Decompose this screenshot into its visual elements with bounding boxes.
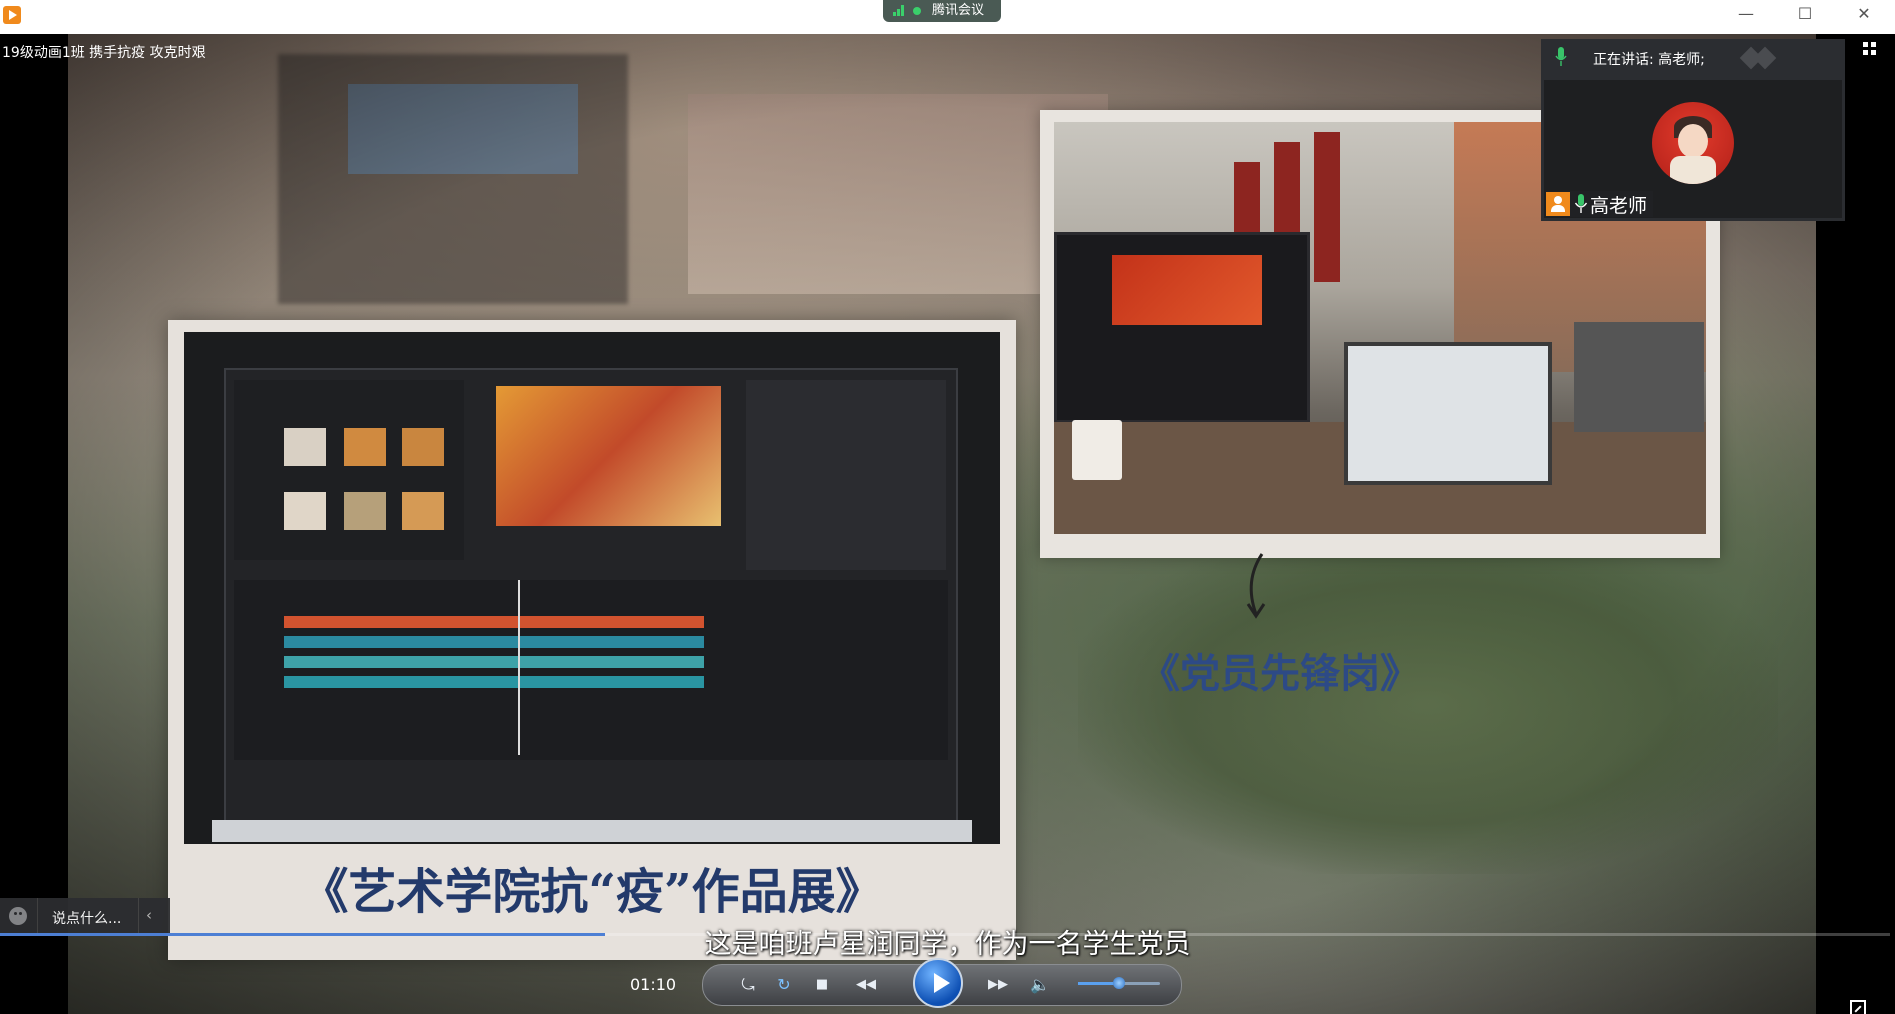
speaker-indicator-icon xyxy=(1739,46,1781,70)
laptop xyxy=(1344,342,1552,485)
minimize-button[interactable]: — xyxy=(1717,0,1775,28)
volume-icon[interactable]: 🔈 xyxy=(1029,975,1051,995)
active-speaker-bar: 正在讲话: 高老师; xyxy=(1541,39,1845,77)
app-icon xyxy=(3,6,21,24)
participant-video-tile[interactable]: 高老师 xyxy=(1541,77,1845,221)
signal-icon xyxy=(893,5,907,16)
user-icon xyxy=(1546,192,1570,216)
caption-party-post: 《党员先锋岗》 xyxy=(1140,650,1420,697)
volume-slider[interactable] xyxy=(1078,977,1160,989)
paper-cup xyxy=(1072,420,1122,480)
curved-arrow-icon xyxy=(1246,553,1266,619)
mic-icon xyxy=(1555,47,1567,66)
stop-button[interactable]: ■ xyxy=(811,975,833,995)
preview-window xyxy=(496,386,721,526)
layout-icon[interactable] xyxy=(1863,42,1877,56)
time-display: 01:10 xyxy=(630,975,677,994)
monitor-screen xyxy=(1112,255,1262,325)
fast-forward-button[interactable]: ▶▶ xyxy=(983,975,1013,995)
subtitle: 这是咱班卢星润同学，作为一名学生党员 xyxy=(704,929,1191,960)
volume-knob[interactable] xyxy=(1113,977,1125,989)
avatar xyxy=(1652,102,1734,184)
participant-name-tag: 高老师 xyxy=(1546,191,1654,217)
photo-card-editing: 《艺术学院抗“疫”作品展》 xyxy=(168,320,1016,960)
title-bar: 腾讯会议 — ☐ ✕ xyxy=(0,0,1895,34)
loop-icon[interactable]: ⤿ xyxy=(737,975,759,995)
timeline xyxy=(234,580,948,760)
desk-monitor xyxy=(1054,232,1310,423)
speaking-label: 正在讲话: 高老师; xyxy=(1593,52,1705,68)
maximize-button[interactable]: ☐ xyxy=(1776,0,1834,28)
popout-icon[interactable] xyxy=(1850,1000,1866,1014)
participant-name: 高老师 xyxy=(1590,194,1648,217)
progress-bar[interactable] xyxy=(0,933,1890,936)
os-taskbar xyxy=(212,820,972,842)
refresh-icon[interactable]: ↻ xyxy=(773,975,795,995)
rewind-button[interactable]: ◀◀ xyxy=(851,975,881,995)
red-banner xyxy=(1314,132,1340,282)
status-dot-icon xyxy=(913,7,921,15)
meeting-badge[interactable]: 腾讯会议 xyxy=(883,0,1001,22)
properties-panel xyxy=(746,380,946,570)
progress-fill xyxy=(0,933,605,936)
video-title: 19级动画1班 携手抗疫 攻克时艰 xyxy=(2,45,206,61)
mic-icon xyxy=(1574,194,1588,213)
caption-exhibition: 《艺术学院抗“疫”作品展》 xyxy=(300,864,884,920)
timeline-playhead xyxy=(518,580,520,755)
editing-screen-photo xyxy=(184,332,1000,844)
video-editor-monitor xyxy=(224,368,958,832)
close-button[interactable]: ✕ xyxy=(1835,0,1893,28)
play-button[interactable] xyxy=(913,958,963,1008)
second-laptop xyxy=(1574,322,1704,432)
meeting-badge-label: 腾讯会议 xyxy=(932,3,985,18)
media-panel xyxy=(234,380,464,560)
